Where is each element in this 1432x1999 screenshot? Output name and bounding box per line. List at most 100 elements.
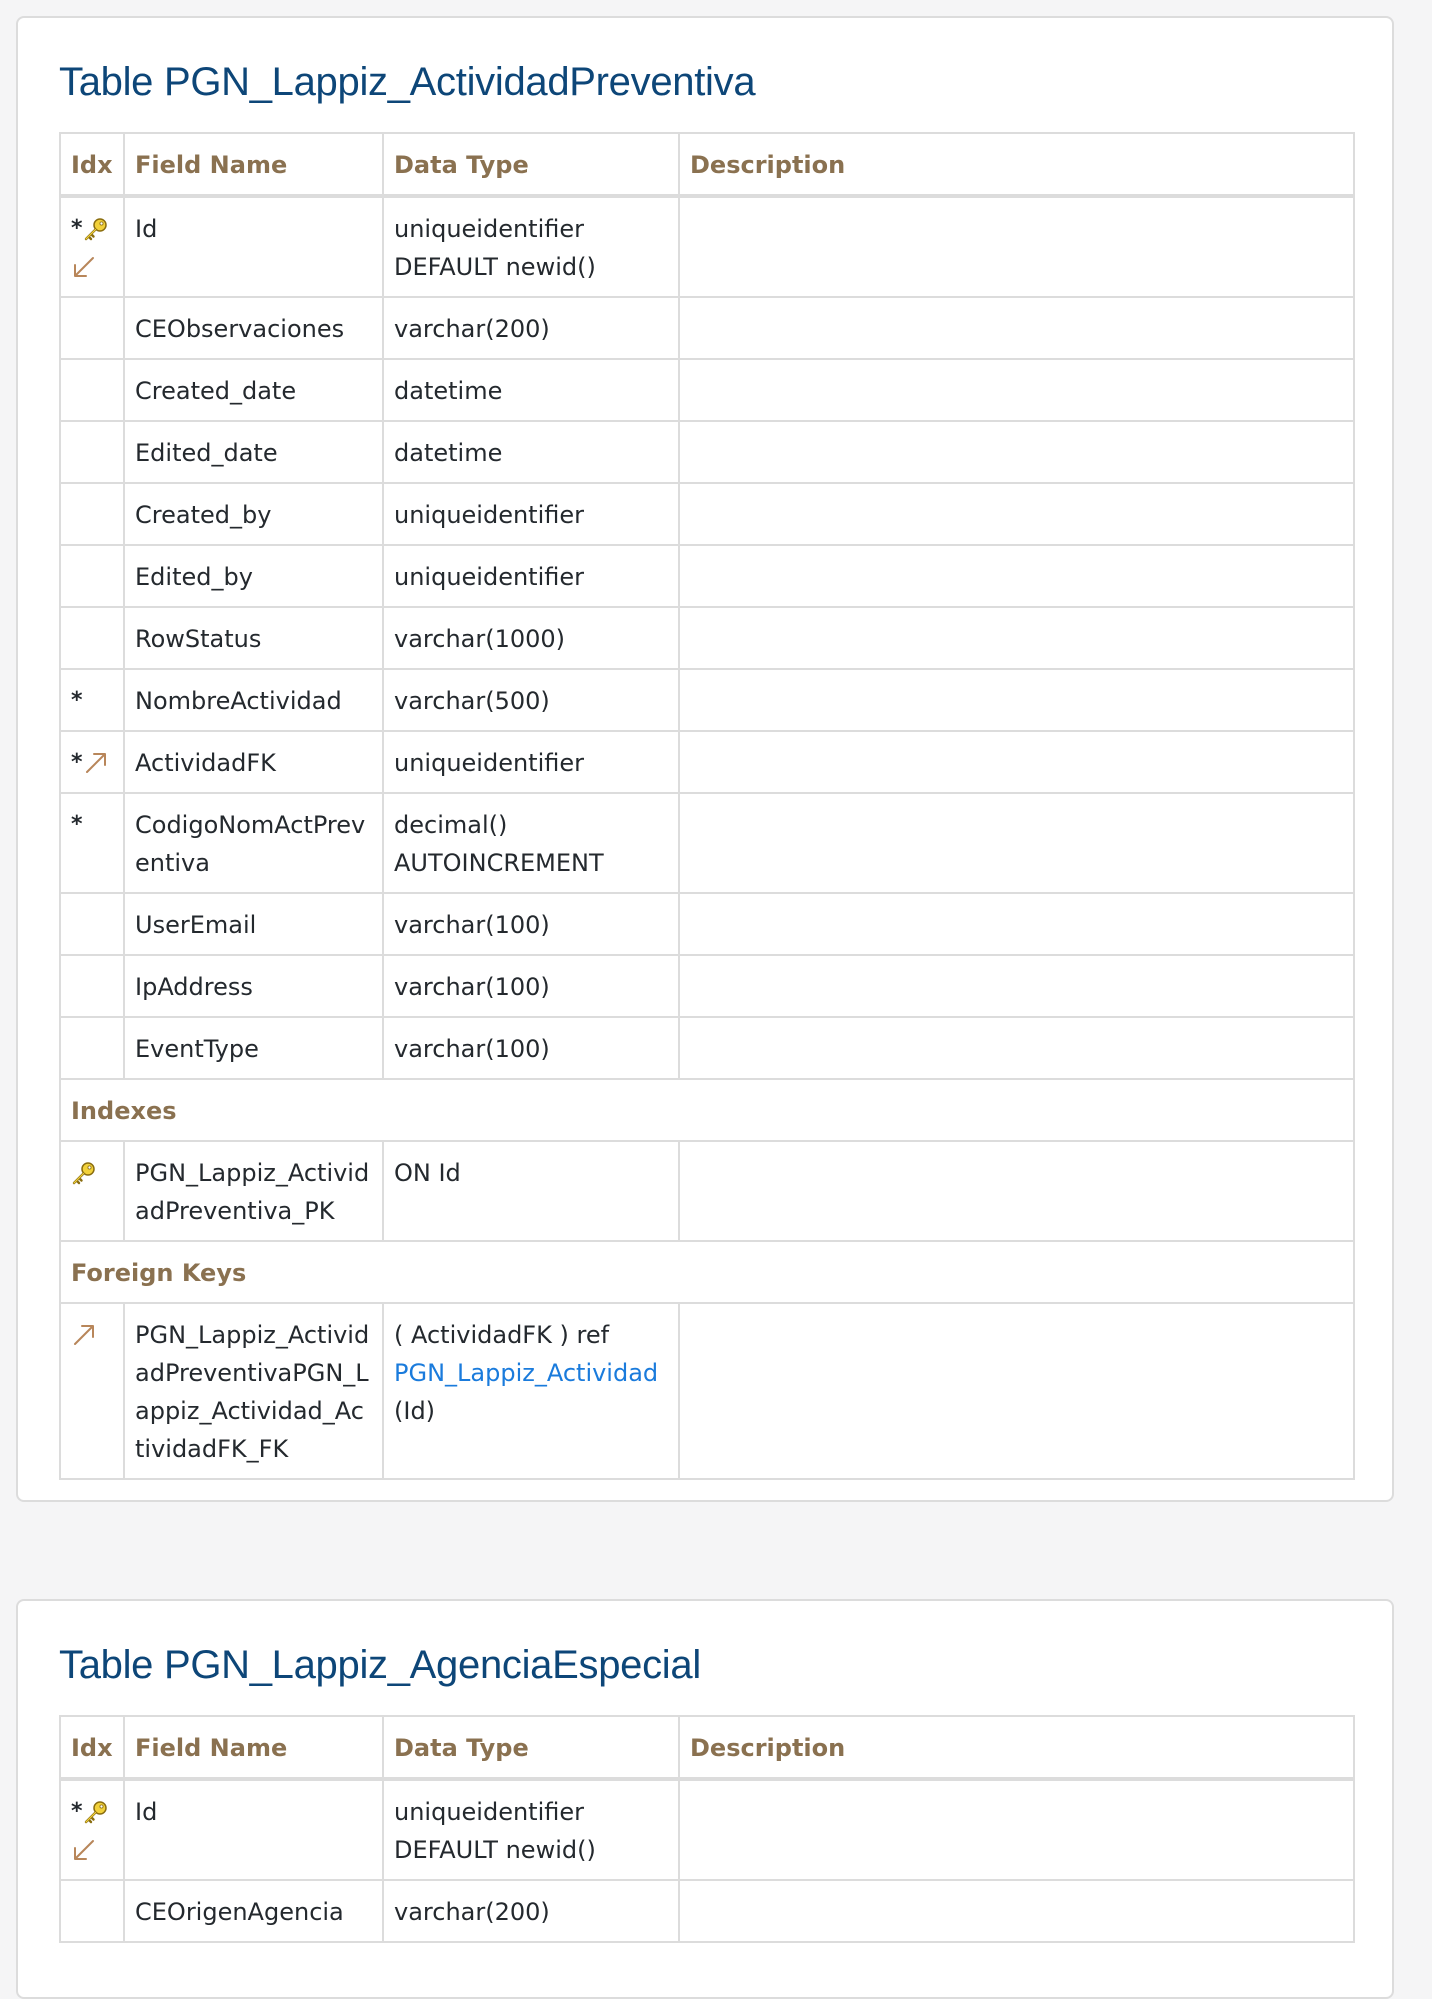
field-description bbox=[678, 892, 1355, 956]
fk-referenced-column: (Id) bbox=[394, 1397, 436, 1425]
foreign-key-definition: ( ActividadFK ) ref PGN_Lappiz_Actividad… bbox=[382, 1302, 680, 1480]
foreign-key-row: PGN_Lappiz_ActividadPreventivaPGN_Lappiz… bbox=[59, 1302, 1355, 1480]
idx-column-header: Idx bbox=[59, 132, 125, 198]
table-row: * ActividadFK uniqueidentifier bbox=[59, 730, 1355, 794]
field-name: UserEmail bbox=[123, 892, 384, 956]
index-row: PGN_Lappiz_ActividadPreventiva_PK ON Id bbox=[59, 1140, 1355, 1242]
data-type: varchar(200) bbox=[382, 1879, 680, 1943]
schema-table: Idx Field Name Data Type Description * I… bbox=[59, 132, 1355, 1480]
field-name: Id bbox=[123, 1778, 384, 1881]
table-row: * Id uniqueidentifier DEFAULT newid() bbox=[59, 195, 1355, 298]
idx-cell bbox=[59, 358, 125, 422]
data-type: varchar(100) bbox=[382, 892, 680, 956]
idx-cell: * bbox=[59, 668, 125, 732]
field-name: CEOrigenAgencia bbox=[123, 1879, 384, 1943]
data-type: varchar(200) bbox=[382, 296, 680, 360]
table-card: Table PGN_Lappiz_ActividadPreventiva Idx… bbox=[16, 16, 1394, 1502]
table-row: IpAddress varchar(100) bbox=[59, 954, 1355, 1018]
table-card: Table PGN_Lappiz_AgenciaEspecial Idx Fie… bbox=[16, 1599, 1394, 1999]
schema-table: Idx Field Name Data Type Description * I… bbox=[59, 1715, 1355, 1943]
description-column-header: Description bbox=[678, 132, 1355, 198]
foreign-key-description bbox=[678, 1302, 1355, 1480]
foreign-key-arrow-icon bbox=[71, 1322, 97, 1348]
field-name: IpAddress bbox=[123, 954, 384, 1018]
field-description bbox=[678, 482, 1355, 546]
idx-cell bbox=[59, 1140, 125, 1242]
idx-cell bbox=[59, 1016, 125, 1080]
foreign-keys-section-label: Foreign Keys bbox=[59, 1240, 1355, 1304]
data-type: varchar(1000) bbox=[382, 606, 680, 670]
field-description bbox=[678, 358, 1355, 422]
idx-cell: * bbox=[59, 792, 125, 894]
data-type: datetime bbox=[382, 420, 680, 484]
field-description bbox=[678, 792, 1355, 894]
key-icon bbox=[83, 216, 109, 242]
data-type: uniqueidentifier DEFAULT newid() bbox=[382, 195, 680, 298]
index-definition: ON Id bbox=[382, 1140, 680, 1242]
data-type-column-header: Data Type bbox=[382, 132, 680, 198]
idx-cell bbox=[59, 544, 125, 608]
table-row: CEObservaciones varchar(200) bbox=[59, 296, 1355, 360]
field-description bbox=[678, 1016, 1355, 1080]
table-row: Edited_date datetime bbox=[59, 420, 1355, 484]
referenced-table-link[interactable]: PGN_Lappiz_Actividad bbox=[394, 1359, 658, 1387]
field-description bbox=[678, 195, 1355, 298]
index-name: PGN_Lappiz_ActividadPreventiva_PK bbox=[123, 1140, 384, 1242]
field-description bbox=[678, 730, 1355, 794]
table-row: * CodigoNomActPreventiva decimal() AUTOIN… bbox=[59, 792, 1355, 894]
foreign-keys-section-row: Foreign Keys bbox=[59, 1240, 1355, 1304]
referenced-arrow-icon bbox=[71, 254, 97, 280]
field-description bbox=[678, 544, 1355, 608]
fk-columns: ( ActividadFK ) ref bbox=[394, 1321, 610, 1349]
field-name: Created_date bbox=[123, 358, 384, 422]
field-description bbox=[678, 954, 1355, 1018]
data-type: varchar(100) bbox=[382, 1016, 680, 1080]
indexes-section-label: Indexes bbox=[59, 1078, 1355, 1142]
table-title: Table PGN_Lappiz_ActividadPreventiva bbox=[59, 60, 756, 104]
idx-cell: * bbox=[59, 730, 125, 794]
idx-cell bbox=[59, 892, 125, 956]
field-name: EventType bbox=[123, 1016, 384, 1080]
field-name: Created_by bbox=[123, 482, 384, 546]
field-description bbox=[678, 1778, 1355, 1881]
required-marker: * bbox=[71, 688, 83, 713]
idx-cell: * bbox=[59, 195, 125, 298]
required-marker: * bbox=[71, 216, 83, 241]
field-name: CodigoNomActPreventiva bbox=[123, 792, 384, 894]
index-description bbox=[678, 1140, 1355, 1242]
key-icon bbox=[83, 1799, 109, 1825]
field-name: ActividadFK bbox=[123, 730, 384, 794]
idx-cell: * bbox=[59, 1778, 125, 1881]
data-type: datetime bbox=[382, 358, 680, 422]
idx-cell bbox=[59, 420, 125, 484]
field-description bbox=[678, 606, 1355, 670]
field-description bbox=[678, 420, 1355, 484]
required-marker: * bbox=[71, 750, 83, 775]
table-row: CEOrigenAgencia varchar(200) bbox=[59, 1879, 1355, 1943]
table-header-row: Idx Field Name Data Type Description bbox=[59, 132, 1355, 198]
table-row: * NombreActividad varchar(500) bbox=[59, 668, 1355, 732]
foreign-key-name: PGN_Lappiz_ActividadPreventivaPGN_Lappiz… bbox=[123, 1302, 384, 1480]
data-type: decimal() AUTOINCREMENT bbox=[382, 792, 680, 894]
field-name: NombreActividad bbox=[123, 668, 384, 732]
field-name: Edited_by bbox=[123, 544, 384, 608]
data-type: uniqueidentifier bbox=[382, 730, 680, 794]
table-row: Created_date datetime bbox=[59, 358, 1355, 422]
data-type: uniqueidentifier DEFAULT newid() bbox=[382, 1778, 680, 1881]
idx-cell bbox=[59, 482, 125, 546]
idx-cell bbox=[59, 954, 125, 1018]
field-name-column-header: Field Name bbox=[123, 132, 384, 198]
idx-cell bbox=[59, 606, 125, 670]
description-column-header: Description bbox=[678, 1715, 1355, 1781]
key-icon bbox=[71, 1160, 97, 1186]
data-type: varchar(500) bbox=[382, 668, 680, 732]
idx-cell bbox=[59, 1302, 125, 1480]
field-description bbox=[678, 668, 1355, 732]
idx-cell bbox=[59, 296, 125, 360]
field-name: Id bbox=[123, 195, 384, 298]
table-row: RowStatus varchar(1000) bbox=[59, 606, 1355, 670]
field-name: RowStatus bbox=[123, 606, 384, 670]
idx-cell bbox=[59, 1879, 125, 1943]
idx-column-header: Idx bbox=[59, 1715, 125, 1781]
table-title: Table PGN_Lappiz_AgenciaEspecial bbox=[59, 1643, 701, 1687]
